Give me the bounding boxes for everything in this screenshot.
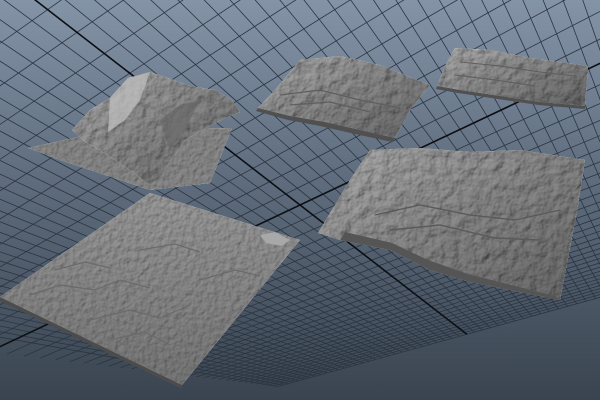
viewport-scene[interactable] [0, 0, 600, 400]
3d-viewport[interactable] [0, 0, 600, 400]
